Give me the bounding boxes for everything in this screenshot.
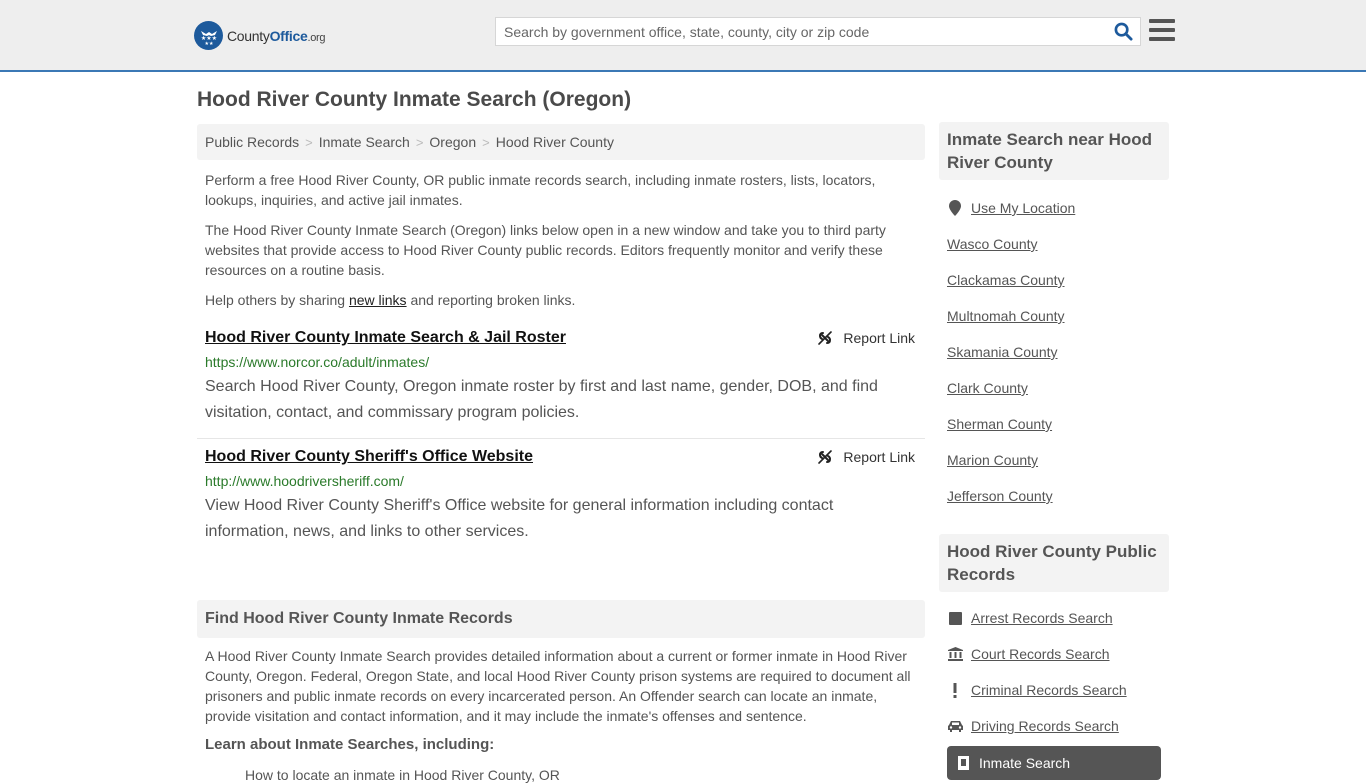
report-link-label: Report Link [843,330,915,346]
use-my-location-link[interactable]: Use My Location [971,200,1075,216]
nearby-county-link[interactable]: Sherman County [947,416,1052,432]
search-input[interactable] [496,18,1106,45]
nearby-county-item: Multnomah County [947,298,1161,334]
car-icon [947,720,963,732]
breadcrumb-separator: > [415,134,424,150]
hamburger-menu-button[interactable] [1149,19,1175,41]
intro-text: Perform a free Hood River County, OR pub… [197,160,925,310]
report-link-button[interactable]: Report Link [817,447,915,467]
site-header: ★★★ ★★ CountyOffice.org [0,0,1366,72]
resource-link-description: Search Hood River County, Oregon inmate … [205,378,878,421]
resource-link-entry: Hood River County Sheriff's Office Websi… [197,439,925,557]
menu-bar [1149,37,1175,41]
use-my-location-item: Use My Location [947,190,1161,226]
logo-brand: Office [269,27,308,44]
courthouse-icon [947,647,963,661]
resource-link-title[interactable]: Hood River County Sheriff's Office Websi… [205,447,533,467]
breadcrumb: Public Records > Inmate Search > Oregon … [197,124,925,160]
public-records-list: Arrest Records Search Court Records Sear… [939,592,1169,780]
nearby-county-link[interactable]: Multnomah County [947,308,1065,324]
nearby-county-link[interactable]: Jefferson County [947,488,1053,504]
nearby-county-link[interactable]: Clackamas County [947,272,1065,288]
nearby-county-link[interactable]: Marion County [947,452,1038,468]
breadcrumb-inmate-search[interactable]: Inmate Search [319,134,410,150]
criminal-records-link[interactable]: Criminal Records Search [971,682,1127,698]
driving-records-link[interactable]: Driving Records Search [971,718,1119,734]
resource-link-description: View Hood River County Sheriff's Office … [205,497,834,540]
arrest-records-link[interactable]: Arrest Records Search [971,610,1113,626]
breadcrumb-separator: > [305,134,313,150]
records-list-item: How to locate an inmate in Hood River Co… [245,767,560,783]
broken-link-icon [818,331,833,345]
square-icon [947,611,963,625]
main-content: Public Records > Inmate Search > Oregon … [197,124,925,783]
exclamation-icon [947,682,963,698]
report-link-label: Report Link [843,449,915,465]
map-pin-icon [947,200,963,216]
new-links-link[interactable]: new links [349,292,407,308]
resource-link-url: http://www.hoodriversheriff.com/ [205,473,404,489]
nearby-county-item: Clackamas County [947,262,1161,298]
resource-link-url: https://www.norcor.co/adult/inmates/ [205,354,430,370]
nearby-county-link[interactable]: Clark County [947,380,1028,396]
records-section-heading: Find Hood River County Inmate Records [197,600,925,638]
search-button[interactable] [1106,18,1140,45]
nearby-county-item: Skamania County [947,334,1161,370]
intro-text-after: and reporting broken links. [406,292,576,308]
nearby-county-link[interactable]: Skamania County [947,344,1058,360]
resource-link-entry: Hood River County Inmate Search & Jail R… [197,320,925,439]
intro-text-before: Help others by sharing [205,292,349,308]
nearby-heading: Inmate Search near Hood River County [939,122,1169,180]
intro-paragraph-2: The Hood River County Inmate Search (Ore… [205,222,886,278]
nearby-county-item: Jefferson County [947,478,1161,514]
court-records-link[interactable]: Court Records Search [971,646,1110,662]
resource-link-title[interactable]: Hood River County Inmate Search & Jail R… [205,328,566,348]
nearby-county-item: Wasco County [947,226,1161,262]
public-records-item: Court Records Search [947,636,1161,672]
search-bar [495,17,1141,46]
breadcrumb-oregon[interactable]: Oregon [429,134,476,150]
logo-tld: .org [307,31,326,44]
inmate-search-label: Inmate Search [979,755,1071,771]
records-section-body: A Hood River County Inmate Search provid… [205,648,911,724]
page-title: Hood River County Inmate Search (Oregon) [197,88,632,111]
svg-text:★★: ★★ [204,41,213,47]
logo-wordmark: CountyOffice.org [227,27,326,44]
public-records-item: Driving Records Search [947,708,1161,744]
nearby-list: Use My Location Wasco County Clackamas C… [939,180,1169,514]
intro-paragraph-3: Help others by sharing new links and rep… [205,290,917,310]
menu-bar [1149,19,1175,23]
menu-bar [1149,28,1175,32]
nearby-county-item: Marion County [947,442,1161,478]
logo-name: County [227,27,270,44]
search-icon [1114,22,1133,41]
sidebar: Inmate Search near Hood River County Use… [939,122,1169,780]
nearby-county-link[interactable]: Wasco County [947,236,1038,252]
records-section-subheading: Learn about Inmate Searches, including: [205,736,495,753]
public-records-item: Arrest Records Search [947,600,1161,636]
public-records-heading: Hood River County Public Records [939,534,1169,592]
nearby-county-item: Clark County [947,370,1161,406]
report-link-button[interactable]: Report Link [817,328,915,348]
site-logo[interactable]: ★★★ ★★ CountyOffice.org [194,21,326,50]
public-records-item: Criminal Records Search [947,672,1161,708]
breadcrumb-separator: > [482,134,490,150]
nearby-county-item: Sherman County [947,406,1161,442]
inmate-search-active-item[interactable]: Inmate Search [947,746,1161,780]
breadcrumb-public-records[interactable]: Public Records [205,134,299,150]
breadcrumb-hood-river-county[interactable]: Hood River County [496,134,614,150]
eagle-stars-logo-icon: ★★★ ★★ [194,21,223,50]
intro-paragraph-1: Perform a free Hood River County, OR pub… [205,172,876,208]
broken-link-icon [818,450,833,464]
